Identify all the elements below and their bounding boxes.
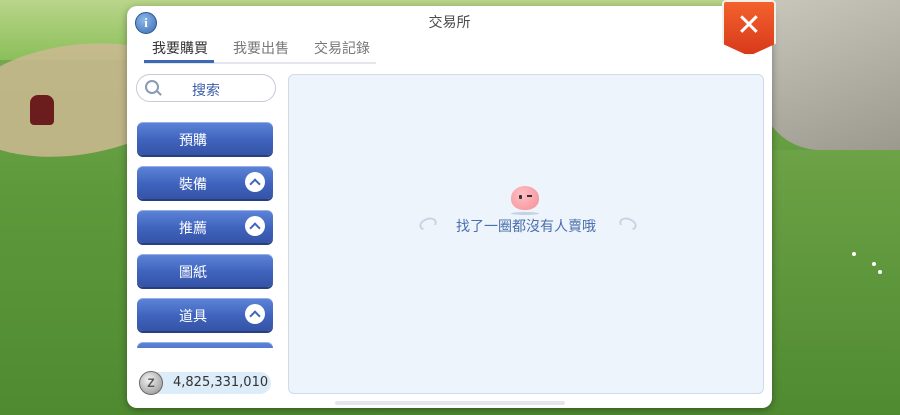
category-label: 預購 — [179, 133, 207, 149]
category-more[interactable] — [137, 342, 273, 348]
poring-shadow — [511, 212, 539, 215]
zeny-coin-icon: Z — [139, 371, 163, 395]
tab-history[interactable]: 交易記錄 — [314, 38, 370, 58]
chevron-up-icon[interactable] — [245, 172, 265, 192]
chevron-up-icon[interactable] — [245, 216, 265, 236]
listing-panel: 找了一圈都沒有人賣哦 — [288, 74, 764, 394]
flower — [852, 252, 856, 256]
category-label: 裝備 — [179, 177, 207, 193]
category-preorder[interactable]: 預購 — [137, 122, 273, 155]
category-label: 推薦 — [179, 221, 207, 237]
category-list[interactable]: 預購 裝備 推薦 圖紙 道具 — [137, 120, 277, 348]
scroll-indicator — [335, 401, 565, 405]
search-button[interactable]: 搜索 — [136, 74, 276, 102]
category-equipment[interactable]: 裝備 — [137, 166, 273, 199]
empty-state-message: 找了一圈都沒有人賣哦 — [456, 219, 596, 235]
flower — [878, 270, 882, 274]
category-label: 圖紙 — [179, 265, 207, 281]
category-items[interactable]: 道具 — [137, 298, 273, 331]
flower — [872, 262, 876, 266]
poring-icon — [511, 186, 539, 210]
close-icon: ✕ — [736, 8, 762, 43]
dialog-title: 交易所 — [428, 15, 471, 31]
category-recommended[interactable]: 推薦 — [137, 210, 273, 243]
player-character — [30, 95, 54, 125]
grass-field — [760, 150, 900, 415]
tab-buy[interactable]: 我要購買 — [152, 38, 208, 58]
close-button[interactable]: ✕ — [722, 0, 776, 56]
category-label: 道具 — [179, 309, 207, 325]
tab-sell[interactable]: 我要出售 — [233, 38, 289, 58]
active-tab-indicator — [144, 60, 214, 63]
wallet-balance: Z 4,825,331,010 — [139, 371, 271, 395]
chevron-up-icon[interactable] — [245, 304, 265, 324]
exchange-dialog: i 交易所 ✕ 我要購買 我要出售 交易記錄 搜索 預購 裝備 推薦 圖紙 道具 — [127, 0, 776, 408]
category-blueprint[interactable]: 圖紙 — [137, 254, 273, 287]
wallet-amount: 4,825,331,010 — [173, 375, 269, 390]
search-label: 搜索 — [192, 83, 220, 99]
rock-cliff — [760, 0, 900, 150]
